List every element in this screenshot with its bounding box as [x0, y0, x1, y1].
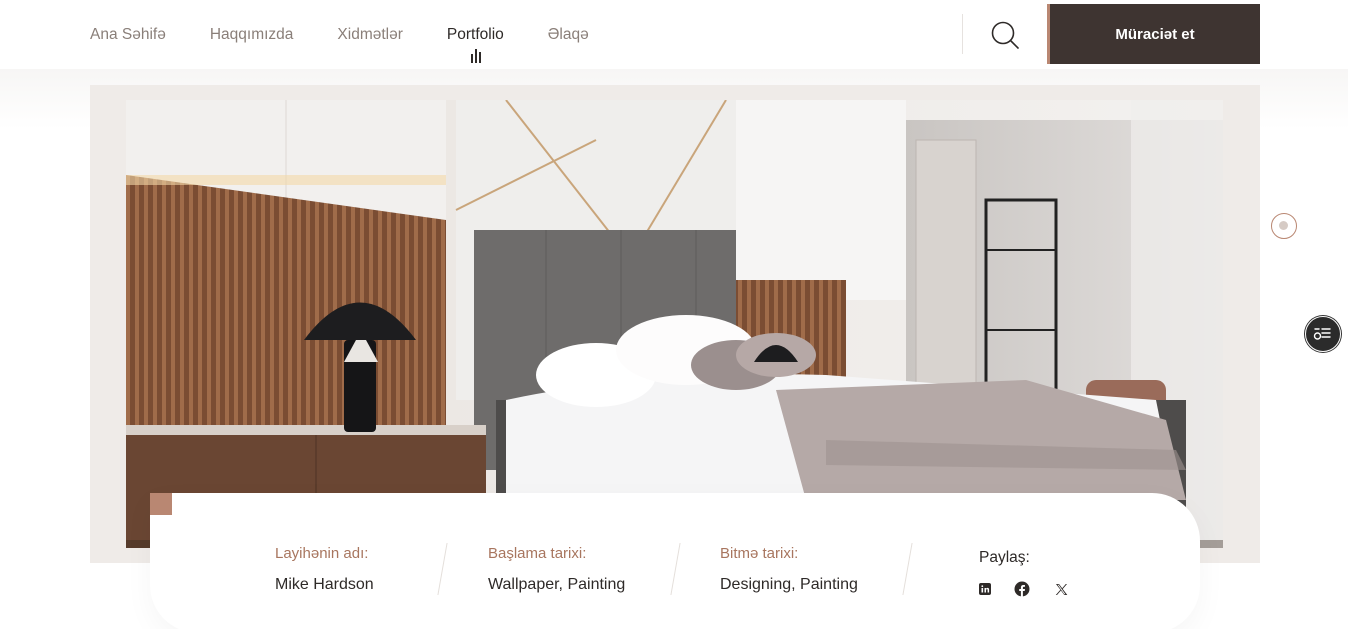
- linkedin-icon[interactable]: [977, 581, 993, 597]
- start-date-col: Başlama tarixi: Wallpaper, Painting: [488, 545, 625, 594]
- project-hero-image: [126, 100, 1223, 548]
- info-divider: [437, 543, 448, 595]
- share-label: Paylaş:: [979, 549, 1030, 566]
- search-icon[interactable]: [988, 18, 1022, 52]
- site-header: Ana Səhifə Haqqımızda Xidmətlər Portfoli…: [0, 0, 1348, 69]
- project-name-col: Layihənin adı: Mike Hardson: [275, 545, 374, 594]
- header-divider: [962, 14, 963, 54]
- main-nav: Ana Səhifə Haqqımızda Xidmətlər Portfoli…: [90, 0, 633, 69]
- end-date-col: Bitmə tarixi: Designing, Painting: [720, 545, 858, 594]
- start-date-label: Başlama tarixi:: [488, 545, 587, 562]
- info-divider: [902, 543, 913, 595]
- end-date-value: Designing, Painting: [720, 576, 858, 593]
- facebook-icon[interactable]: [1014, 581, 1030, 597]
- scroll-indicator-icon[interactable]: [1271, 213, 1297, 239]
- end-date-label: Bitmə tarixi:: [720, 545, 799, 562]
- nav-item-portfolio[interactable]: Portfolio: [446, 25, 504, 63]
- apply-button[interactable]: Müraciət et: [1047, 4, 1260, 64]
- nav-item-contact[interactable]: Əlaqə: [548, 27, 589, 43]
- nav-item-services[interactable]: Xidmətlər: [337, 27, 402, 43]
- project-name-label: Layihənin adı:: [275, 545, 369, 562]
- project-name-value: Mike Hardson: [275, 576, 374, 593]
- start-date-value: Wallpaper, Painting: [488, 576, 626, 593]
- nav-item-home[interactable]: Ana Səhifə: [90, 27, 166, 43]
- active-indicator-icon: [468, 48, 482, 63]
- accent-square: [150, 493, 172, 515]
- x-icon[interactable]: [1053, 581, 1069, 597]
- toolbar-toggle-button[interactable]: [1305, 316, 1341, 352]
- nav-item-about[interactable]: Haqqımızda: [210, 27, 294, 43]
- nav-item-portfolio-label: Portfolio: [446, 25, 504, 43]
- info-divider: [670, 543, 681, 595]
- project-info-card: Layihənin adı: Mike Hardson Başlama tari…: [150, 493, 1200, 629]
